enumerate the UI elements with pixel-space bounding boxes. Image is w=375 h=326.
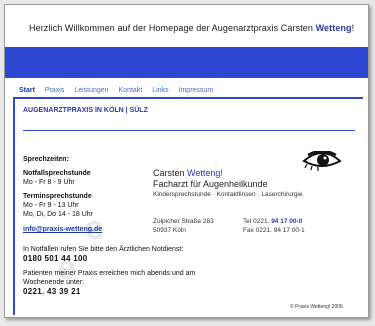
doctor-title: Facharzt für Augenheilkunde (153, 179, 268, 189)
appointment-hours-title: Terminsprechstunde (23, 193, 92, 200)
emergency-notes: In Notfällen rufen Sie bitte den Ärztlic… (23, 245, 195, 296)
doctor-info: Carsten Wetteng! Facharzt für Augenheilk… (153, 168, 268, 190)
tel-label: Tel 0221. (243, 218, 272, 225)
hours-title: Sprechzeiten: (23, 156, 69, 163)
emergency-text: In Notfällen rufen Sie bitte den Ärztlic… (23, 246, 184, 253)
evening-number: 0221. 43 39 21 (23, 287, 81, 296)
emergency-hours-title: Notfallsprechstunde (23, 170, 91, 177)
street: Zülpicher Straße 283 (153, 218, 214, 225)
nav-start[interactable]: Start (19, 87, 35, 94)
fax-label: Fax 0221. (243, 227, 274, 234)
page-frame: Herzlich Willkommen auf der Homepage der… (4, 4, 369, 318)
evening-text-1: Patienten meiner Praxis erreichen mich a… (23, 270, 196, 277)
address: Zülpicher Straße 283 50937 Köln (153, 217, 214, 235)
section-title: AUGENARZTPRAXIS IN KÖLN | SÜLZ (23, 107, 148, 114)
doctor-name-prefix: Carsten (153, 168, 188, 178)
content-area: AUGENARZTPRAXIS IN KÖLN | SÜLZ e e Sprec… (13, 97, 363, 315)
eye-logo-icon (302, 151, 342, 171)
header-prefix: Herzlich Willkommen auf der Homepage der… (29, 23, 316, 33)
nav-leistungen[interactable]: Leistungen (74, 87, 108, 94)
header-band (5, 47, 368, 78)
tel-number: 94 17 00-0 (271, 218, 303, 225)
nav-impressum[interactable]: Impressum (179, 87, 214, 94)
fax-number: 94 17 00-1 (273, 227, 305, 234)
appointment-hours-1: Mo - Fr 9 - 13 Uhr (23, 202, 79, 209)
evening-text-2: Wochenende unter: (23, 279, 84, 286)
nav-kontakt[interactable]: Kontakt (119, 87, 143, 94)
main-nav: Start Praxis Leistungen Kontakt Links Im… (19, 87, 221, 94)
divider (23, 130, 355, 131)
header-highlight: Wetteng (315, 23, 352, 33)
email-link[interactable]: info@praxis-wetteng.de (23, 225, 102, 234)
welcome-header: Herzlich Willkommen auf der Homepage der… (29, 23, 354, 33)
contact-numbers: Tel 0221. 94 17 00-0 Fax 0221. 94 17 00-… (243, 217, 305, 235)
header-suffix: ! (351, 23, 355, 33)
nav-praxis[interactable]: Praxis (45, 87, 64, 94)
opening-hours: Sprechzeiten: Notfallsprechstunde Mo - F… (23, 155, 102, 234)
city: 50937 Köln (153, 227, 186, 234)
emergency-number: 0180 501 44 100 (23, 254, 88, 263)
nav-links[interactable]: Links (152, 87, 168, 94)
appointment-hours-2: Mo, Di, Do 14 - 18 Uhr (23, 211, 94, 218)
doctor-name-highlight: Wetteng! (187, 168, 223, 178)
copyright: © Praxis Wetteng! 2006 (290, 304, 343, 310)
emergency-hours: Mo - Fr 8 - 9 Uhr (23, 179, 75, 186)
services: Kindersprechstunde · Kontaktlinsen · Las… (153, 191, 303, 198)
